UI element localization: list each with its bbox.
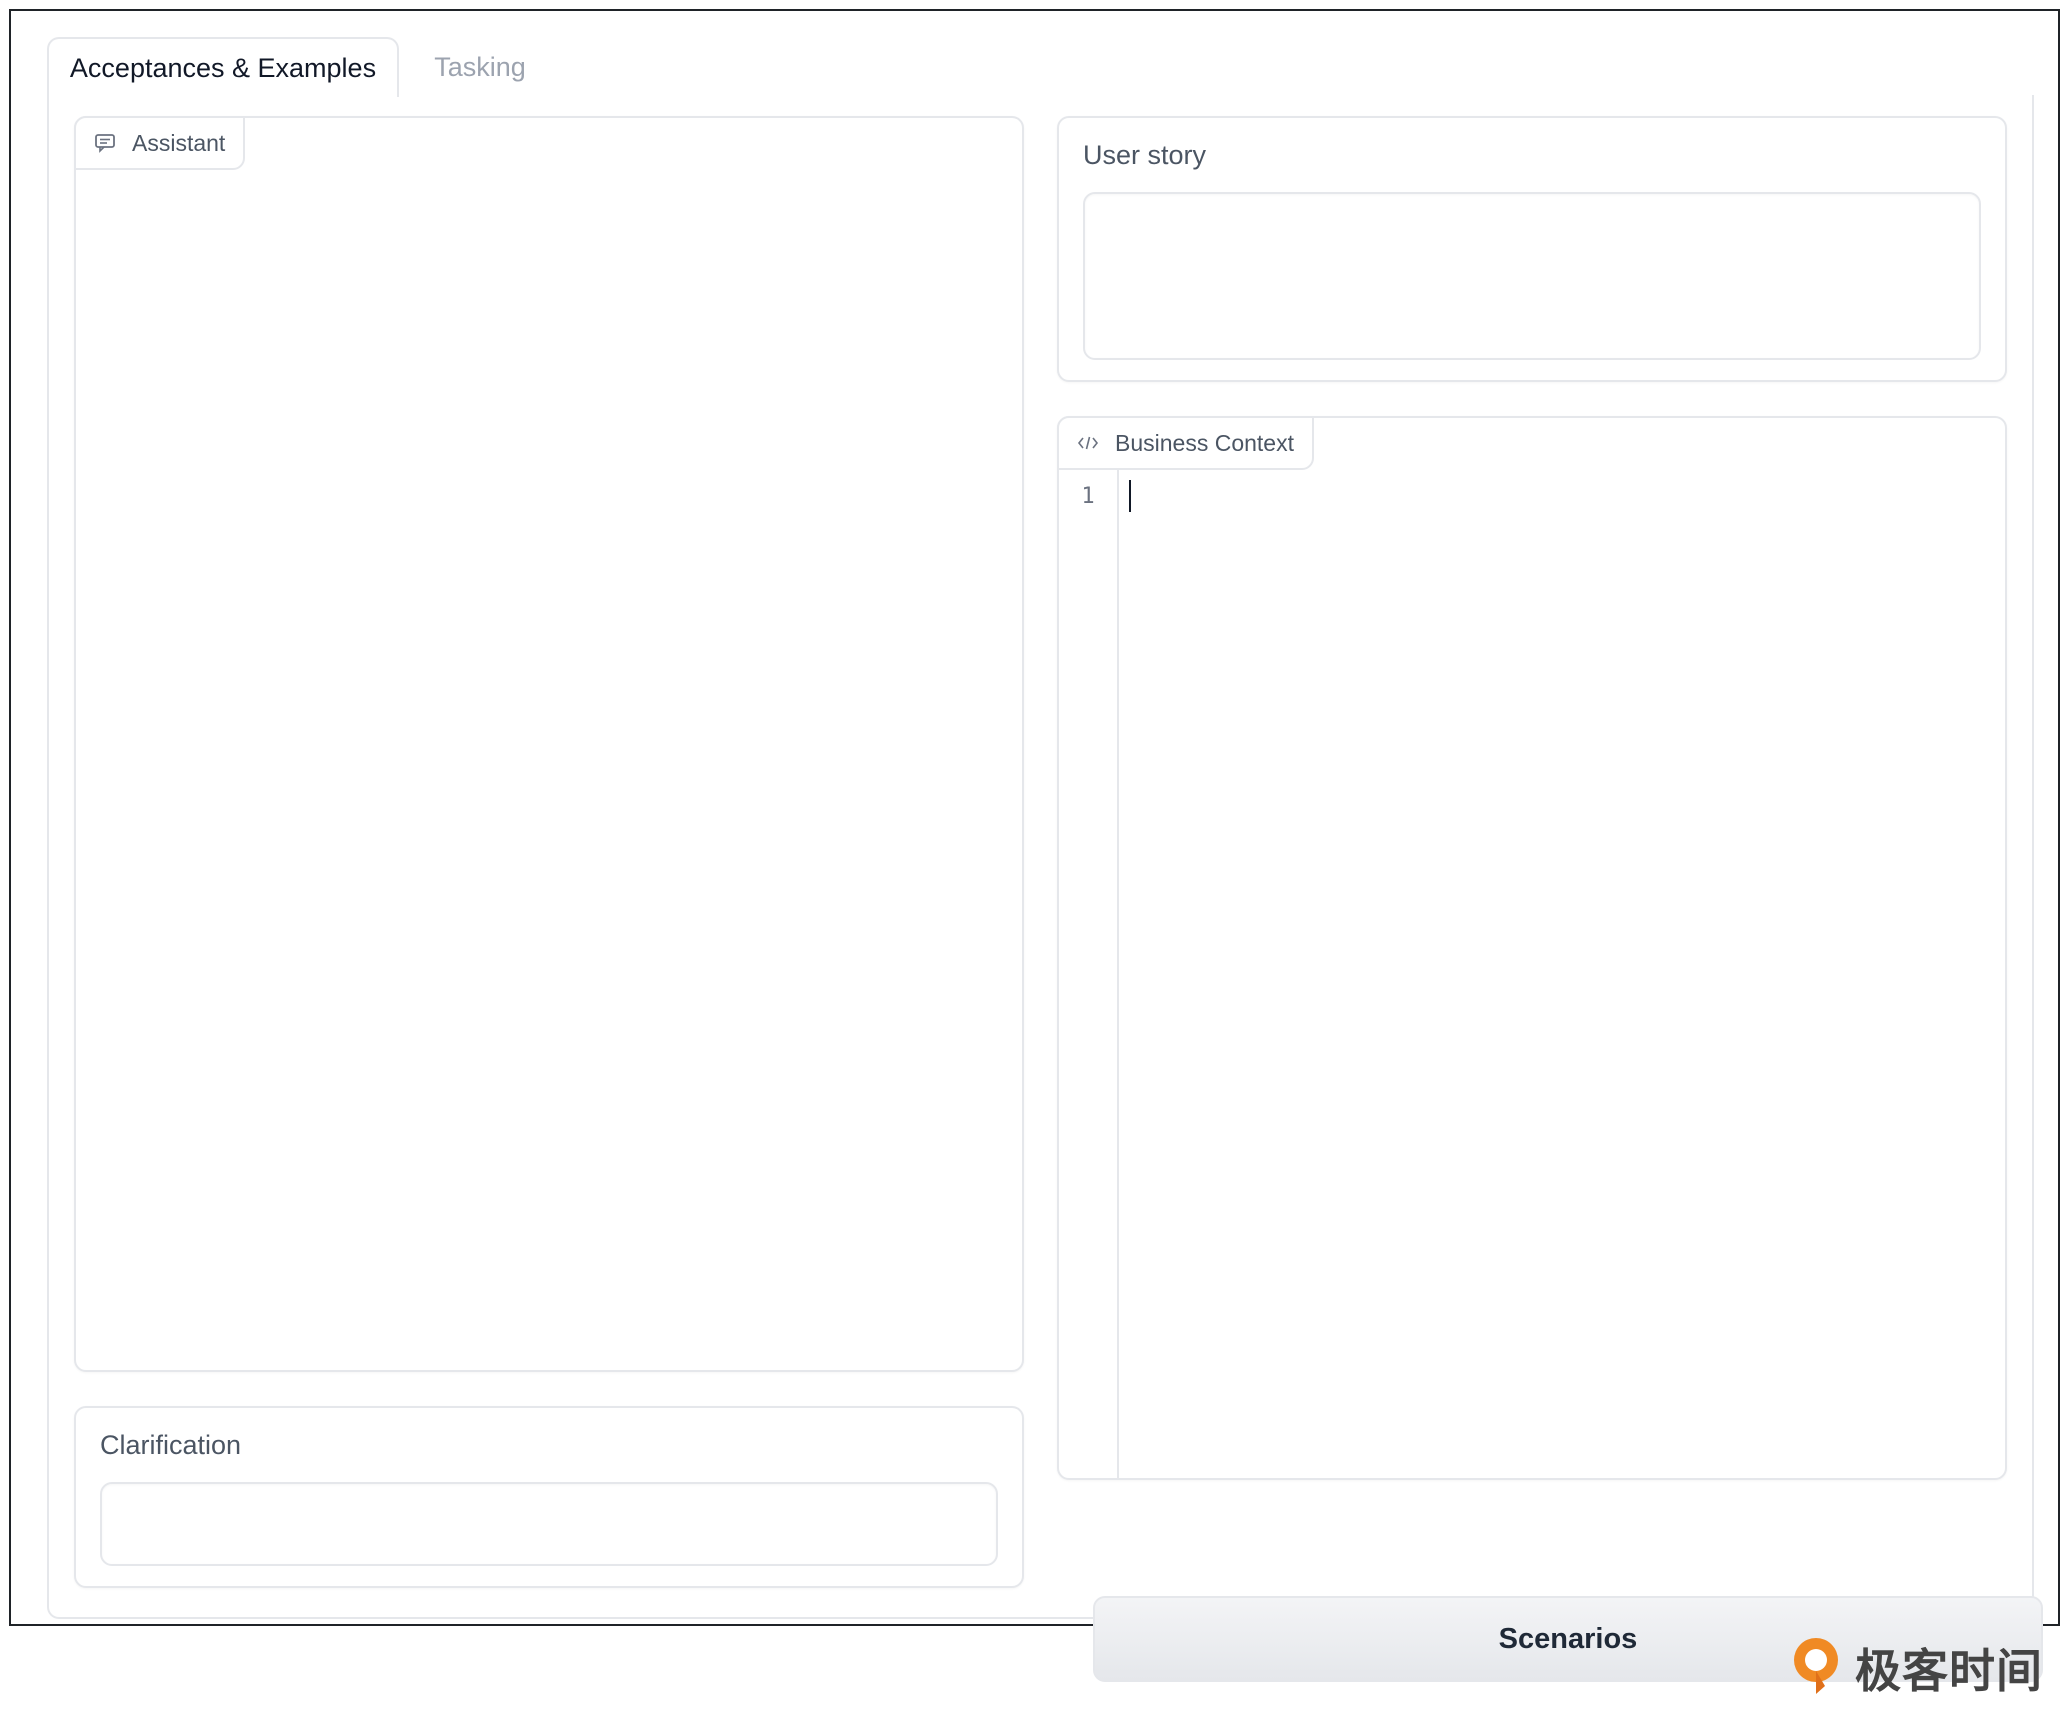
geektime-logo-icon: [1789, 1634, 1847, 1703]
assistant-label: Assistant: [132, 129, 226, 156]
code-icon: [1077, 432, 1099, 454]
business-context-label-chip: Business Context: [1057, 416, 1314, 470]
assistant-label-chip: Assistant: [74, 116, 246, 170]
clarification-label: Clarification: [100, 1430, 242, 1460]
business-context-editor[interactable]: 1 Business Context: [1057, 416, 2007, 1480]
user-story-block: User story: [1057, 116, 2007, 382]
tab-bar: Acceptances & Examples Tasking: [47, 37, 2034, 97]
line-number: 1: [1081, 484, 1095, 509]
business-context-label: Business Context: [1115, 429, 1294, 456]
clarification-input[interactable]: [100, 1482, 998, 1566]
chat-icon: [94, 132, 116, 154]
text-cursor: [1129, 480, 1131, 512]
user-story-label: User story: [1083, 140, 1207, 170]
tab-acceptances-examples[interactable]: Acceptances & Examples: [47, 37, 399, 97]
tab-panel: Assistant Clarification User story 1 Bus…: [47, 95, 2043, 1682]
app-window: Acceptances & Examples Tasking Assistant: [9, 9, 2060, 1682]
user-story-input[interactable]: [1083, 192, 1981, 360]
watermark-text: 极客时间: [1855, 1645, 2043, 1697]
geektime-watermark: 极客时间: [1789, 1636, 2043, 1700]
tab-tasking[interactable]: Tasking: [405, 37, 555, 97]
line-number-gutter: 1: [1059, 470, 1119, 1478]
assistant-chatbot[interactable]: Assistant: [74, 116, 1024, 1372]
clarification-block: Clarification: [74, 1406, 1024, 1588]
